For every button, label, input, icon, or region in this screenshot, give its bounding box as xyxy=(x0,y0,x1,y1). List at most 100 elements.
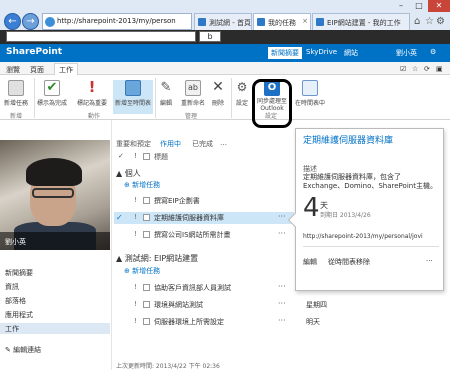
settings-button[interactable]: ⚙ 設定 xyxy=(234,80,250,107)
task-checkbox[interactable] xyxy=(143,214,150,221)
more-options-icon[interactable]: ··· xyxy=(278,212,286,221)
more-options-icon[interactable]: ··· xyxy=(278,316,286,325)
leftnav-blog[interactable]: 部落格 xyxy=(5,296,26,306)
address-bar[interactable]: http://sharepoint-2013/my/person xyxy=(42,13,192,30)
task-checkbox[interactable] xyxy=(143,301,150,308)
settings-gear-icon[interactable]: ⚙ xyxy=(430,48,436,56)
sharepoint-logo[interactable]: SharePoint xyxy=(6,47,62,57)
browser-tab-2[interactable]: 我的任務 × xyxy=(253,13,311,30)
task-title[interactable]: 撰寫EIP企劃書 xyxy=(154,196,200,206)
callout-more-icon[interactable]: ··· xyxy=(426,257,433,265)
close-tab-icon[interactable]: × xyxy=(302,17,308,25)
task-title[interactable]: 定期維護伺服器資料庫 xyxy=(154,213,224,223)
task-title[interactable]: 協助客戶資訊部人員測試 xyxy=(154,283,231,293)
profile-name[interactable]: 劉小英 xyxy=(0,232,110,250)
button-label: 設定 xyxy=(235,100,248,107)
screen: ← → http://sharepoint-2013/my/person 測試網… xyxy=(0,0,450,378)
view-completed[interactable]: 已完成 xyxy=(192,139,213,149)
more-options-icon[interactable]: ··· xyxy=(278,299,286,308)
task-title[interactable]: 撰寫公司IS網站所需計畫 xyxy=(154,230,231,240)
task-row[interactable]: ! 撰寫EIP企劃書 xyxy=(114,195,294,207)
view-more[interactable]: … xyxy=(220,139,227,147)
nav-sites[interactable]: 網站 xyxy=(344,48,358,58)
minimize-icon[interactable]: – xyxy=(392,0,410,12)
task-row[interactable]: ! 撰寫公司IS網站所需計畫 ··· xyxy=(114,229,294,241)
task-url[interactable]: http://sharepoint-2013/my/personal/jovi xyxy=(303,233,441,240)
delete-button[interactable]: ✕ 刪除 xyxy=(210,80,226,108)
home-icon[interactable]: ⌂ xyxy=(414,16,420,27)
mark-important-button[interactable]: ! 標記為重要 xyxy=(77,80,108,108)
browser-tab-3[interactable]: EIP網站建置 - 我的工作 xyxy=(312,13,410,30)
task-due-date: 明天 xyxy=(306,318,320,326)
mark-complete-button[interactable]: ✔ 標示為完成 xyxy=(37,80,67,107)
open-in-timeline-button[interactable]: 在時間表中 xyxy=(295,80,325,107)
divider xyxy=(231,78,232,118)
follow-icon[interactable]: ☆ xyxy=(412,65,418,73)
section-personal[interactable]: ▲ 個人 xyxy=(116,168,141,179)
callout-title[interactable]: 定期維護伺服器資料庫 xyxy=(303,136,441,147)
find-button[interactable]: b xyxy=(199,31,221,42)
edit-button[interactable]: ✎ 編輯 xyxy=(158,80,174,107)
new-task-link[interactable]: ⊕ 新增任務 xyxy=(124,180,160,190)
remove-from-timeline-link[interactable]: 從時間表移除 xyxy=(328,257,370,267)
row-selected-check-icon[interactable]: ✓ xyxy=(116,213,123,222)
importance-header-icon[interactable]: ! xyxy=(134,152,137,160)
leftnav-edit-links[interactable]: ✎ 編輯連結 xyxy=(5,345,41,355)
more-options-icon[interactable]: ··· xyxy=(278,282,286,291)
leftnav-apps[interactable]: 應用程式 xyxy=(5,310,33,320)
task-title[interactable]: 伺服器環境上所需設定 xyxy=(154,317,224,327)
favorites-icon[interactable]: ☆ xyxy=(425,16,434,27)
add-to-timeline-button[interactable]: 新增至時間表 xyxy=(113,80,154,114)
importance-icon[interactable]: ! xyxy=(134,300,137,308)
close-icon[interactable]: ✕ xyxy=(428,0,450,12)
task-row-selected[interactable]: ✓ ! 定期維護伺服器資料庫 ··· xyxy=(114,212,294,224)
section-title: 測試網: EIP網站建置 xyxy=(124,254,199,263)
importance-icon[interactable]: ! xyxy=(134,230,137,238)
leftnav-newsfeed[interactable]: 新聞摘要 xyxy=(5,268,33,278)
new-task-button[interactable]: 新增任務 xyxy=(4,80,28,107)
title-column-header[interactable]: 標題 xyxy=(154,152,168,162)
task-row[interactable]: ! 環境與網站測試 ··· 星期四 xyxy=(114,299,364,311)
leftnav-about[interactable]: 資訊 xyxy=(5,282,19,292)
importance-icon[interactable]: ! xyxy=(134,213,137,221)
nav-skydrive[interactable]: SkyDrive xyxy=(306,48,337,56)
button-label: 在時間表中 xyxy=(295,100,326,107)
share-icon[interactable]: ☑ xyxy=(400,65,406,73)
sync-icon[interactable]: ⟳ xyxy=(424,65,430,73)
view-important-upcoming[interactable]: 重要和預定 xyxy=(116,139,151,149)
more-options-icon[interactable]: ··· xyxy=(278,229,286,238)
nav-newsfeed[interactable]: 新聞摘要 xyxy=(268,47,302,59)
maximize-icon[interactable]: □ xyxy=(410,0,428,12)
importance-icon[interactable]: ! xyxy=(134,283,137,291)
task-row[interactable]: ! 伺服器環境上所需設定 ··· 明天 xyxy=(114,316,364,328)
forward-icon[interactable]: → xyxy=(22,13,39,30)
user-menu[interactable]: 劉小英 xyxy=(396,48,417,58)
browser-tab-1[interactable]: 測試網 - 首頁 xyxy=(194,13,252,30)
new-task-label: 新增任務 xyxy=(132,267,161,275)
button-label: 標記為重要 xyxy=(77,100,108,107)
view-active[interactable]: 作用中 xyxy=(160,139,181,149)
back-icon[interactable]: ← xyxy=(4,13,21,30)
task-checkbox[interactable] xyxy=(143,231,150,238)
leftnav-tasks[interactable]: 工作 xyxy=(0,323,110,334)
new-task-link[interactable]: ⊕ 新增任務 xyxy=(124,266,160,276)
task-checkbox[interactable] xyxy=(143,284,150,291)
select-all-checkbox[interactable] xyxy=(143,153,150,160)
divider xyxy=(111,120,112,370)
importance-icon[interactable]: ! xyxy=(134,317,137,325)
button-label: 標示為完成 xyxy=(37,100,68,107)
rename-button[interactable]: ab 重新命名 xyxy=(181,80,205,107)
tab-page[interactable]: 頁面 xyxy=(30,65,44,75)
importance-icon[interactable]: ! xyxy=(134,196,137,204)
check-header-icon[interactable]: ✓ xyxy=(118,152,124,160)
focus-icon[interactable]: ▣ xyxy=(436,65,443,73)
task-title[interactable]: 環境與網站測試 xyxy=(154,300,203,310)
task-checkbox[interactable] xyxy=(143,318,150,325)
tools-gear-icon[interactable]: ⚙ xyxy=(436,16,445,27)
callout-edit-link[interactable]: 編輯 xyxy=(303,257,317,267)
find-input[interactable] xyxy=(6,31,196,42)
task-checkbox[interactable] xyxy=(143,197,150,204)
settings-icon: ⚙ xyxy=(236,80,248,94)
tab-browse[interactable]: 瀏覽 xyxy=(6,65,20,75)
section-test-site[interactable]: ▲ 測試網: EIP網站建置 xyxy=(116,253,198,264)
